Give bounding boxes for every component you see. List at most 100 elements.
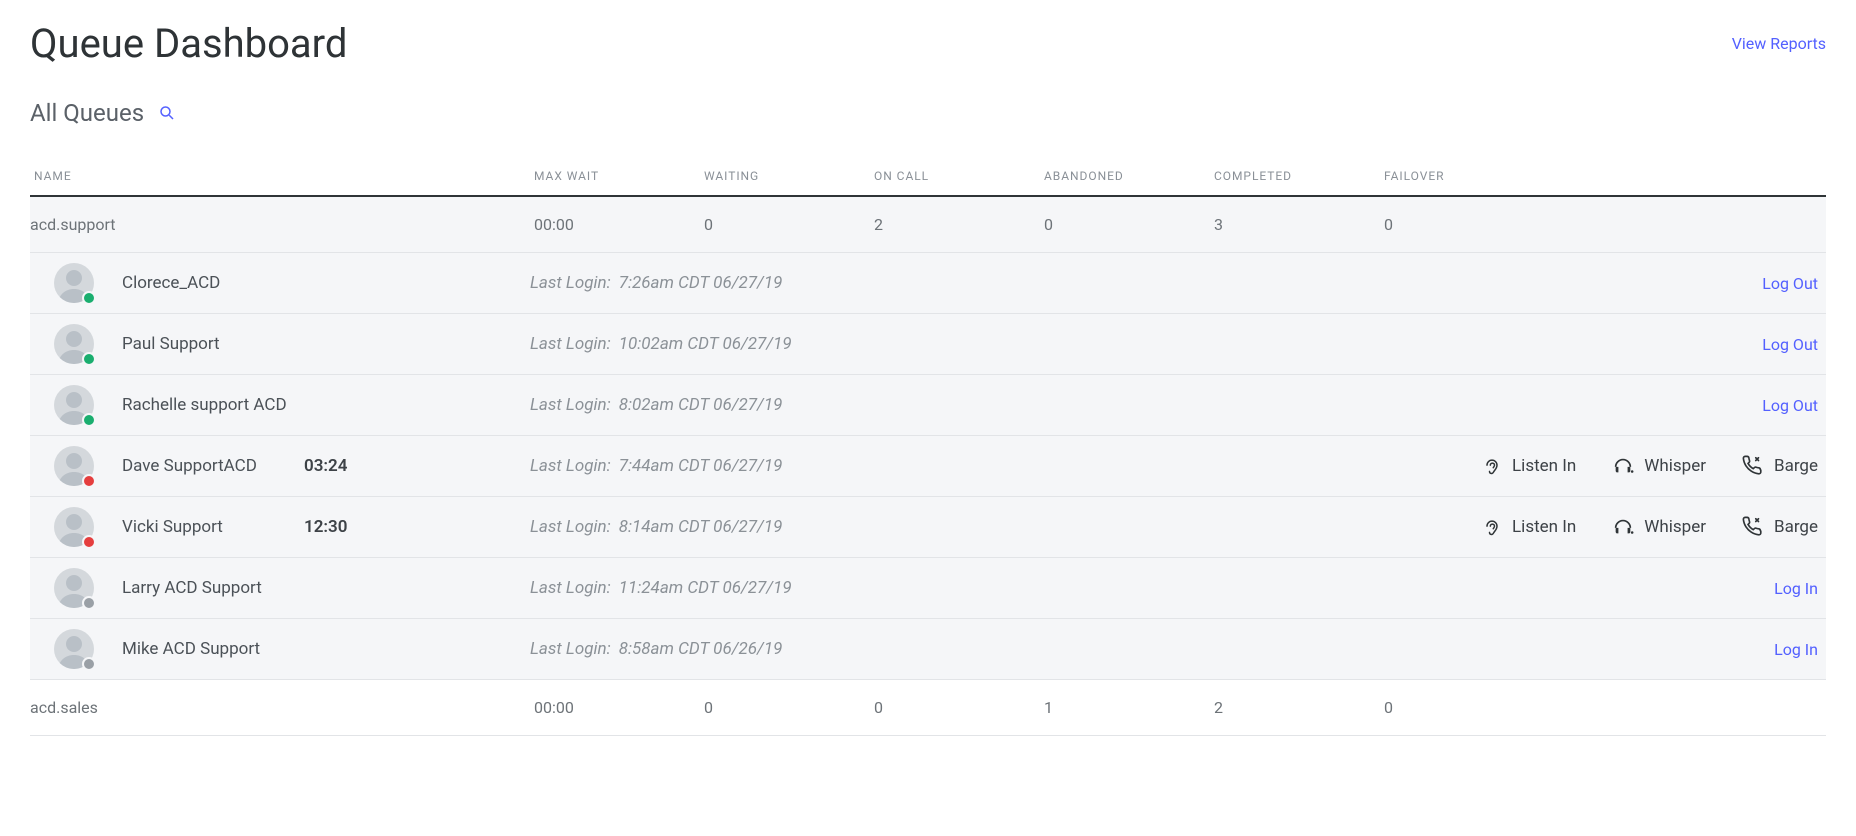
view-reports-link[interactable]: View Reports	[1732, 34, 1826, 53]
log-out-button[interactable]: Log Out	[1762, 274, 1818, 293]
agent-name: Vicki Support	[122, 517, 292, 537]
col-waiting: WAITING	[700, 169, 870, 183]
listen-in-label: Listen In	[1512, 517, 1576, 537]
agent-actions: Listen In Whisper Barge	[1482, 455, 1826, 477]
last-login-value: 8:58am CDT 06/26/19	[619, 639, 783, 659]
search-icon[interactable]	[158, 104, 176, 122]
col-on-call: ON CALL	[870, 169, 1040, 183]
listen-in-button[interactable]: Listen In	[1482, 455, 1576, 477]
queue-table: NAME MAX WAIT WAITING ON CALL ABANDONED …	[30, 157, 1826, 736]
queue-failover: 0	[1380, 215, 1826, 234]
barge-button[interactable]: Barge	[1742, 516, 1818, 538]
whisper-icon	[1612, 455, 1634, 477]
log-in-button[interactable]: Log In	[1774, 579, 1818, 598]
agent-row: Rachelle support ACD Last Login 8:02am C…	[30, 375, 1826, 436]
agent-actions: Log In	[1774, 579, 1826, 598]
listen-in-button[interactable]: Listen In	[1482, 516, 1576, 538]
agent-row: Paul Support Last Login 10:02am CDT 06/2…	[30, 314, 1826, 375]
agent-actions: Log In	[1774, 640, 1826, 659]
status-indicator-icon	[82, 413, 96, 427]
queue-on-call: 0	[870, 698, 1040, 717]
avatar	[54, 568, 94, 608]
avatar	[54, 324, 94, 364]
listen-in-icon	[1482, 455, 1502, 477]
last-login-value: 8:02am CDT 06/27/19	[619, 395, 783, 415]
whisper-button[interactable]: Whisper	[1612, 455, 1706, 477]
last-login-value: 7:26am CDT 06/27/19	[619, 273, 783, 293]
agent-row: Vicki Support 12:30 Last Login 8:14am CD…	[30, 497, 1826, 558]
log-out-button[interactable]: Log Out	[1762, 335, 1818, 354]
queue-abandoned: 1	[1040, 698, 1210, 717]
subheader-all-queues: All Queues	[30, 99, 144, 127]
queue-failover: 0	[1380, 698, 1826, 717]
agent-actions: Log Out	[1762, 274, 1826, 293]
queue-summary-row[interactable]: acd.support 00:00 0 2 0 3 0	[30, 197, 1826, 253]
avatar	[54, 385, 94, 425]
agent-actions: Listen In Whisper Barge	[1482, 516, 1826, 538]
status-indicator-icon	[82, 291, 96, 305]
col-completed: COMPLETED	[1210, 169, 1380, 183]
queue-name: acd.sales	[30, 698, 530, 717]
log-in-button[interactable]: Log In	[1774, 640, 1818, 659]
barge-icon	[1742, 455, 1764, 477]
col-abandoned: ABANDONED	[1040, 169, 1210, 183]
queue-on-call: 2	[870, 215, 1040, 234]
listen-in-label: Listen In	[1512, 456, 1576, 476]
queue-abandoned: 0	[1040, 215, 1210, 234]
status-indicator-icon	[82, 535, 96, 549]
barge-icon	[1742, 516, 1764, 538]
last-login-label: Last Login	[530, 273, 611, 293]
col-name: NAME	[30, 169, 530, 183]
last-login-value: 11:24am CDT 06/27/19	[619, 578, 792, 598]
col-failover: FAILOVER	[1380, 169, 1826, 183]
page-title: Queue Dashboard	[30, 20, 347, 67]
queue-waiting: 0	[700, 215, 870, 234]
whisper-button[interactable]: Whisper	[1612, 516, 1706, 538]
barge-label: Barge	[1774, 517, 1818, 537]
last-login-label: Last Login	[530, 395, 611, 415]
agent-call-timer: 12:30	[304, 517, 347, 537]
last-login-label: Last Login	[530, 456, 611, 476]
avatar	[54, 629, 94, 669]
agent-name: Mike ACD Support	[122, 639, 292, 659]
agent-row: Larry ACD Support Last Login 11:24am CDT…	[30, 558, 1826, 619]
status-indicator-icon	[82, 657, 96, 671]
table-header: NAME MAX WAIT WAITING ON CALL ABANDONED …	[30, 157, 1826, 197]
queue-max-wait: 00:00	[530, 215, 700, 234]
last-login-label: Last Login	[530, 517, 611, 537]
col-max-wait: MAX WAIT	[530, 169, 700, 183]
queue-completed: 3	[1210, 215, 1380, 234]
queue-name: acd.support	[30, 215, 530, 234]
last-login-value: 8:14am CDT 06/27/19	[619, 517, 783, 537]
status-indicator-icon	[82, 352, 96, 366]
agent-name: Larry ACD Support	[122, 578, 292, 598]
queue-completed: 2	[1210, 698, 1380, 717]
agent-actions: Log Out	[1762, 396, 1826, 415]
avatar	[54, 446, 94, 486]
last-login-value: 10:02am CDT 06/27/19	[619, 334, 792, 354]
barge-button[interactable]: Barge	[1742, 455, 1818, 477]
last-login-label: Last Login	[530, 334, 611, 354]
listen-in-icon	[1482, 516, 1502, 538]
status-indicator-icon	[82, 596, 96, 610]
agent-row: Dave SupportACD 03:24 Last Login 7:44am …	[30, 436, 1826, 497]
last-login-label: Last Login	[530, 578, 611, 598]
agent-name: Paul Support	[122, 334, 292, 354]
queue-max-wait: 00:00	[530, 698, 700, 717]
agent-call-timer: 03:24	[304, 456, 347, 476]
agent-name: Rachelle support ACD	[122, 395, 292, 415]
agent-row: Mike ACD Support Last Login 8:58am CDT 0…	[30, 619, 1826, 680]
status-indicator-icon	[82, 474, 96, 488]
agent-row: Clorece_ACD Last Login 7:26am CDT 06/27/…	[30, 253, 1826, 314]
last-login-value: 7:44am CDT 06/27/19	[619, 456, 783, 476]
log-out-button[interactable]: Log Out	[1762, 396, 1818, 415]
agent-actions: Log Out	[1762, 335, 1826, 354]
last-login-label: Last Login	[530, 639, 611, 659]
whisper-label: Whisper	[1644, 456, 1706, 476]
queue-summary-row[interactable]: acd.sales 00:00 0 0 1 2 0	[30, 680, 1826, 736]
whisper-icon	[1612, 516, 1634, 538]
queue-waiting: 0	[700, 698, 870, 717]
whisper-label: Whisper	[1644, 517, 1706, 537]
agent-name: Dave SupportACD	[122, 456, 292, 476]
avatar	[54, 263, 94, 303]
